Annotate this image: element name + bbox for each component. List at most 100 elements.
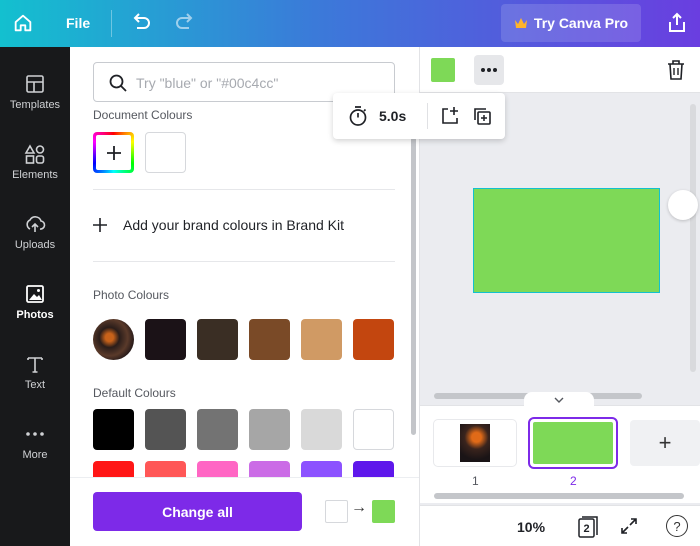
default-colours-title: Default Colours <box>93 386 176 400</box>
try-canva-pro-button[interactable]: Try Canva Pro <box>501 4 641 42</box>
replace-from-colour <box>325 500 348 523</box>
more-icon <box>26 432 44 436</box>
pages-scroll-thumb[interactable] <box>434 493 684 499</box>
add-page-icon[interactable] <box>439 105 461 127</box>
pages-icon: 2 <box>578 516 598 538</box>
rail-item-photos[interactable]: Photos <box>0 267 70 337</box>
rail-label-more: More <box>22 449 48 461</box>
duplicate-page-icon[interactable] <box>471 105 493 127</box>
rail-label-photos: Photos <box>16 309 54 321</box>
selected-colour-chip <box>431 58 455 82</box>
share-button[interactable] <box>664 10 690 36</box>
default-colour-swatch[interactable] <box>145 409 186 450</box>
default-colour-swatch[interactable] <box>197 409 238 450</box>
zoom-level[interactable]: 10% <box>517 519 545 535</box>
chevron-down-icon <box>554 397 564 403</box>
plus-icon <box>106 145 121 160</box>
default-colour-swatch[interactable] <box>353 409 394 450</box>
replace-to-colour <box>372 500 395 523</box>
page-thumbnail-1[interactable] <box>434 420 516 466</box>
delete-button[interactable] <box>666 59 686 81</box>
colour-picker-button[interactable] <box>428 55 458 85</box>
rail-item-elements[interactable]: Elements <box>0 127 70 197</box>
templates-icon <box>26 75 44 93</box>
redo-icon <box>176 13 193 29</box>
page-number-2: 2 <box>570 474 577 488</box>
canvas-vertical-scrollbar[interactable] <box>686 94 700 384</box>
rail-item-text[interactable]: Text <box>0 337 70 407</box>
page-count-label: 2 <box>583 523 589 535</box>
divider <box>93 189 395 190</box>
design-page[interactable] <box>473 188 660 293</box>
rail-label-uploads: Uploads <box>14 239 56 251</box>
try-canva-pro-label: Try Canva Pro <box>533 15 629 31</box>
rail-item-more[interactable]: More <box>0 407 70 477</box>
default-colour-swatch[interactable] <box>249 409 290 450</box>
page-thumbnail-2[interactable] <box>528 417 618 469</box>
topbar-divider <box>111 10 112 37</box>
text-icon <box>27 357 43 373</box>
photo-colour-swatch[interactable] <box>145 319 186 360</box>
timing-value[interactable]: 5.0s <box>379 108 406 124</box>
home-icon <box>14 14 32 32</box>
page-navigator: + 1 2 <box>420 405 700 501</box>
fullscreen-button[interactable] <box>620 517 638 540</box>
home-button[interactable] <box>8 8 38 38</box>
undo-icon <box>133 13 150 29</box>
popover-divider <box>427 103 428 129</box>
more-options-button[interactable] <box>474 55 504 85</box>
expand-icon <box>621 518 637 534</box>
top-bar: File Try Canva Pro <box>0 0 700 47</box>
change-all-button[interactable]: Change all <box>93 492 302 531</box>
stopwatch-icon[interactable] <box>347 105 369 127</box>
trash-icon <box>668 60 684 80</box>
vertical-scroll-thumb[interactable] <box>690 104 696 372</box>
help-button[interactable]: ? <box>666 515 688 537</box>
photo-colours-title: Photo Colours <box>93 288 170 302</box>
uploads-icon <box>26 216 46 232</box>
default-colour-swatch[interactable] <box>93 409 134 450</box>
redo-button[interactable] <box>172 10 198 36</box>
side-handle[interactable] <box>668 190 698 220</box>
timing-popover: 5.0s <box>333 93 505 139</box>
document-colour-swatch[interactable] <box>145 132 186 173</box>
document-colours-title: Document Colours <box>93 108 193 122</box>
page-count-button[interactable]: 2 <box>578 516 598 538</box>
photo-colour-swatch[interactable] <box>249 319 290 360</box>
undo-button[interactable] <box>128 10 154 36</box>
crown-icon <box>514 18 527 28</box>
page-thumbnail-fill <box>533 422 613 464</box>
add-page-button[interactable]: + <box>630 420 700 466</box>
panel-scrollbar[interactable] <box>411 137 416 435</box>
context-toolbar <box>420 47 700 93</box>
arrow-right-icon: → <box>351 499 367 516</box>
page-number-1: 1 <box>472 474 479 488</box>
file-menu[interactable]: File <box>66 15 90 31</box>
photo-colour-swatch[interactable] <box>301 319 342 360</box>
brand-kit-label: Add your brand colours in Brand Kit <box>123 217 345 233</box>
photo-colour-swatch[interactable] <box>353 319 394 360</box>
collapse-pages-button[interactable] <box>524 392 594 408</box>
photos-icon <box>26 285 44 303</box>
side-rail: Templates Elements Uploads Photos Text M… <box>0 47 70 546</box>
rail-item-uploads[interactable]: Uploads <box>0 197 70 267</box>
rail-label-text: Text <box>24 379 46 391</box>
photo-thumbnail <box>93 319 134 360</box>
rail-label-templates: Templates <box>9 99 61 111</box>
photo-colour-swatch[interactable] <box>197 319 238 360</box>
brand-kit-link[interactable]: Add your brand colours in Brand Kit <box>93 207 344 243</box>
divider <box>93 261 395 262</box>
panel-footer: Change all → <box>70 477 419 546</box>
rail-label-elements: Elements <box>12 169 58 181</box>
default-colour-swatch[interactable] <box>301 409 342 450</box>
page-thumbnail-image <box>460 424 490 462</box>
ellipsis-icon <box>481 68 497 72</box>
colour-search-input[interactable] <box>136 71 386 95</box>
elements-icon <box>24 144 45 164</box>
share-icon <box>669 12 685 32</box>
status-bar: 10% 2 ? <box>420 505 700 546</box>
add-colour-button[interactable] <box>93 132 134 173</box>
pages-horizontal-scrollbar[interactable] <box>420 489 700 503</box>
search-icon <box>109 74 127 92</box>
rail-item-templates[interactable]: Templates <box>0 57 70 127</box>
